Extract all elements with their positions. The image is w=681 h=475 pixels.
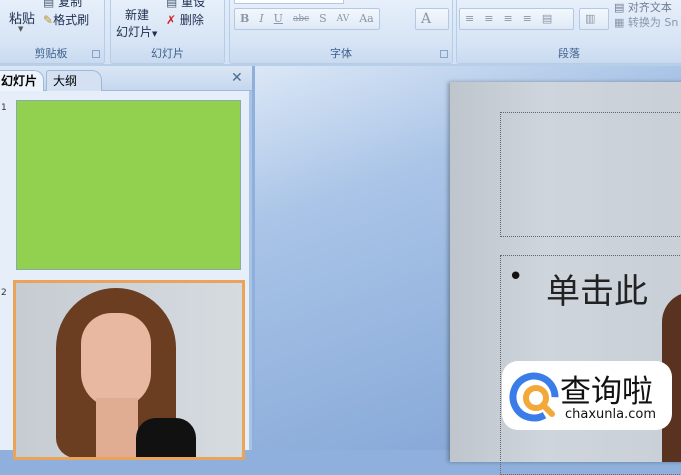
panel-tabs: 幻灯片 大纲 ✕ <box>0 66 252 91</box>
slide-number: 1 <box>1 103 7 113</box>
align-text-label: 对齐文本 <box>627 1 672 14</box>
italic-button[interactable]: I <box>254 9 268 29</box>
shadow-button[interactable]: S <box>314 9 332 29</box>
smartart-icon: ▦ <box>614 16 625 29</box>
reset-icon: ▤ <box>166 0 178 9</box>
title-placeholder[interactable] <box>500 112 681 237</box>
underline-button[interactable]: U <box>269 9 288 29</box>
bullet: • <box>508 262 524 292</box>
watermark-logo: 查询啦 chaxunla.com <box>502 361 672 430</box>
bold-button[interactable]: B <box>235 9 254 29</box>
search-q-icon <box>509 372 559 422</box>
font-group-label: 字体 <box>330 47 352 60</box>
clipboard-group: 粘贴 ▼ ▤ 复制 ✎格式刷 剪贴板 ↘ <box>0 0 105 64</box>
align-right-icon[interactable]: ≡ <box>498 9 517 29</box>
align-text-button[interactable]: ▤ 对齐文本 <box>614 1 672 14</box>
delete-button[interactable]: ✗ 删除 <box>166 11 204 28</box>
font-color-label: A <box>421 11 432 27</box>
convert-smartart-button[interactable]: ▦ 转换为 Sn <box>614 16 678 29</box>
slides-group: 新建 幻灯片▼ ▤ 重设 ✗ 删除 幻灯片 <box>110 0 225 64</box>
distribute-icon[interactable]: ▤ <box>537 9 557 29</box>
slides-panel: 幻灯片 大纲 ✕ 1 2 <box>0 66 252 460</box>
strikethrough-button[interactable]: abc <box>288 9 314 29</box>
align-left-icon[interactable]: ≡ <box>460 9 479 29</box>
columns-icon: ▥ <box>585 12 596 25</box>
slide-number: 2 <box>1 288 7 298</box>
align-center-icon[interactable]: ≡ <box>479 9 498 29</box>
top-shape <box>136 418 196 457</box>
watermark-name: 查询啦 <box>560 374 653 410</box>
format-painter-button[interactable]: ✎格式刷 <box>43 11 89 28</box>
reset-label: 重设 <box>181 0 206 9</box>
content-placeholder-text: 单击此 <box>546 272 648 312</box>
brush-icon: ✎ <box>43 13 54 27</box>
justify-icon[interactable]: ≡ <box>518 9 537 29</box>
copy-icon: ▤ <box>43 0 55 9</box>
format-painter-label: 格式刷 <box>53 13 90 27</box>
copy-button[interactable]: ▤ 复制 <box>43 0 82 10</box>
char-spacing-button[interactable]: AV <box>332 9 355 29</box>
alignment-buttons: ≡ ≡ ≡ ≡ ▤ <box>459 8 574 30</box>
new-slide-button[interactable]: 幻灯片▼ <box>116 23 157 40</box>
reset-button[interactable]: ▤ 重设 <box>166 0 205 10</box>
close-panel-icon[interactable]: ✕ <box>231 70 243 86</box>
chevron-down-icon: ▼ <box>152 30 158 38</box>
clipboard-launcher-icon[interactable]: ↘ <box>92 50 100 58</box>
ribbon: 粘贴 ▼ ▤ 复制 ✎格式刷 剪贴板 ↘ 新建 幻灯片▼ ▤ 重设 ✗ 删除 幻… <box>0 0 681 66</box>
font-launcher-icon[interactable]: ↘ <box>440 50 448 58</box>
paragraph-group-label: 段落 <box>558 47 580 60</box>
font-format-buttons: B I U abc S AV Aa <box>234 8 380 30</box>
font-color-button[interactable]: A <box>415 8 449 30</box>
change-case-button[interactable]: Aa <box>354 9 379 29</box>
paste-dropdown-icon[interactable]: ▼ <box>18 25 23 33</box>
paragraph-group: ≡ ≡ ≡ ≡ ▤ ▥ ▤ 对齐文本 ▦ 转换为 Sn 段落 <box>456 0 681 64</box>
slide-thumbnail-2[interactable] <box>13 280 245 460</box>
thumbnail-list: 1 2 <box>0 91 249 460</box>
delete-label: 删除 <box>179 13 204 27</box>
face-shape <box>81 313 151 408</box>
tab-outline[interactable]: 大纲 <box>46 70 102 91</box>
columns-button[interactable]: ▥ <box>579 8 609 30</box>
align-text-icon: ▤ <box>614 1 625 14</box>
slide-thumbnail-1[interactable] <box>16 100 241 270</box>
delete-icon: ✗ <box>166 13 177 27</box>
new-slide-line1[interactable]: 新建 <box>125 6 149 23</box>
clipboard-group-label: 剪贴板 <box>34 47 68 60</box>
tab-slides[interactable]: 幻灯片 <box>0 70 45 91</box>
convert-smartart-label: 转换为 Sn <box>627 16 679 29</box>
slides-group-label: 幻灯片 <box>151 47 184 60</box>
copy-label: 复制 <box>58 0 83 9</box>
portrait-photo <box>16 283 242 457</box>
font-group: B I U abc S AV Aa A 字体 ↘ <box>229 0 453 64</box>
font-name-box[interactable] <box>234 0 344 4</box>
new-slide-label: 幻灯片 <box>116 25 153 39</box>
watermark-url: chaxunla.com <box>565 407 656 422</box>
neck-shape <box>96 398 138 457</box>
